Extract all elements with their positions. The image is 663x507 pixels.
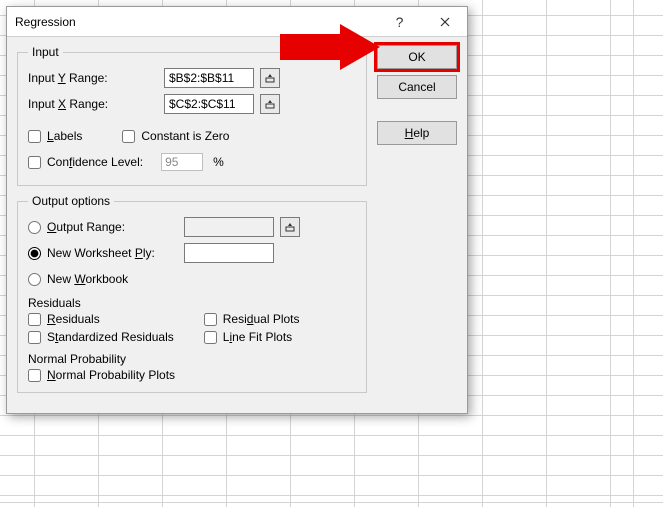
help-icon[interactable]: ? (377, 7, 422, 37)
close-icon[interactable] (422, 7, 467, 37)
constant-zero-checkbox[interactable]: Constant is Zero (122, 129, 229, 143)
cancel-button[interactable]: Cancel (377, 75, 457, 99)
residuals-checkbox[interactable]: Residuals (28, 312, 174, 326)
output-range-radio[interactable]: Output Range: (28, 220, 178, 234)
residual-plots-checkbox[interactable]: Residual Plots (204, 312, 300, 326)
range-picker-x-button[interactable] (260, 94, 280, 114)
dialog-title: Regression (15, 15, 377, 29)
help-button[interactable]: Help (377, 121, 457, 145)
input-legend: Input (28, 45, 63, 59)
normal-probability-heading: Normal Probability (28, 352, 356, 366)
new-worksheet-name-field[interactable] (184, 243, 274, 263)
input-y-label: Input Y Range: (28, 71, 158, 85)
new-workbook-radio[interactable]: New Workbook (28, 272, 128, 286)
standardized-residuals-checkbox[interactable]: Standardized Residuals (28, 330, 174, 344)
line-fit-plots-checkbox[interactable]: Line Fit Plots (204, 330, 300, 344)
input-x-label: Input X Range: (28, 97, 158, 111)
regression-dialog: Regression ? Input Input Y Range: (6, 6, 468, 414)
input-y-range[interactable] (164, 68, 254, 88)
normal-probability-plots-checkbox[interactable]: Normal Probability Plots (28, 368, 356, 382)
range-picker-y-button[interactable] (260, 68, 280, 88)
titlebar: Regression ? (7, 7, 467, 37)
output-group: Output options Output Range: New Workshe… (17, 194, 367, 393)
input-group: Input Input Y Range: Input X Range: (17, 45, 367, 186)
output-range-field[interactable] (184, 217, 274, 237)
input-x-range[interactable] (164, 94, 254, 114)
percent-label: % (213, 155, 224, 169)
output-legend: Output options (28, 194, 114, 208)
confidence-level-field[interactable] (161, 153, 203, 171)
residuals-heading: Residuals (28, 296, 356, 310)
range-picker-output-button[interactable] (280, 217, 300, 237)
new-worksheet-radio[interactable]: New Worksheet Ply: (28, 246, 178, 260)
labels-checkbox[interactable]: Labels (28, 129, 82, 143)
ok-button[interactable]: OK (377, 45, 457, 69)
confidence-level-checkbox[interactable]: Confidence Level: (28, 155, 143, 169)
